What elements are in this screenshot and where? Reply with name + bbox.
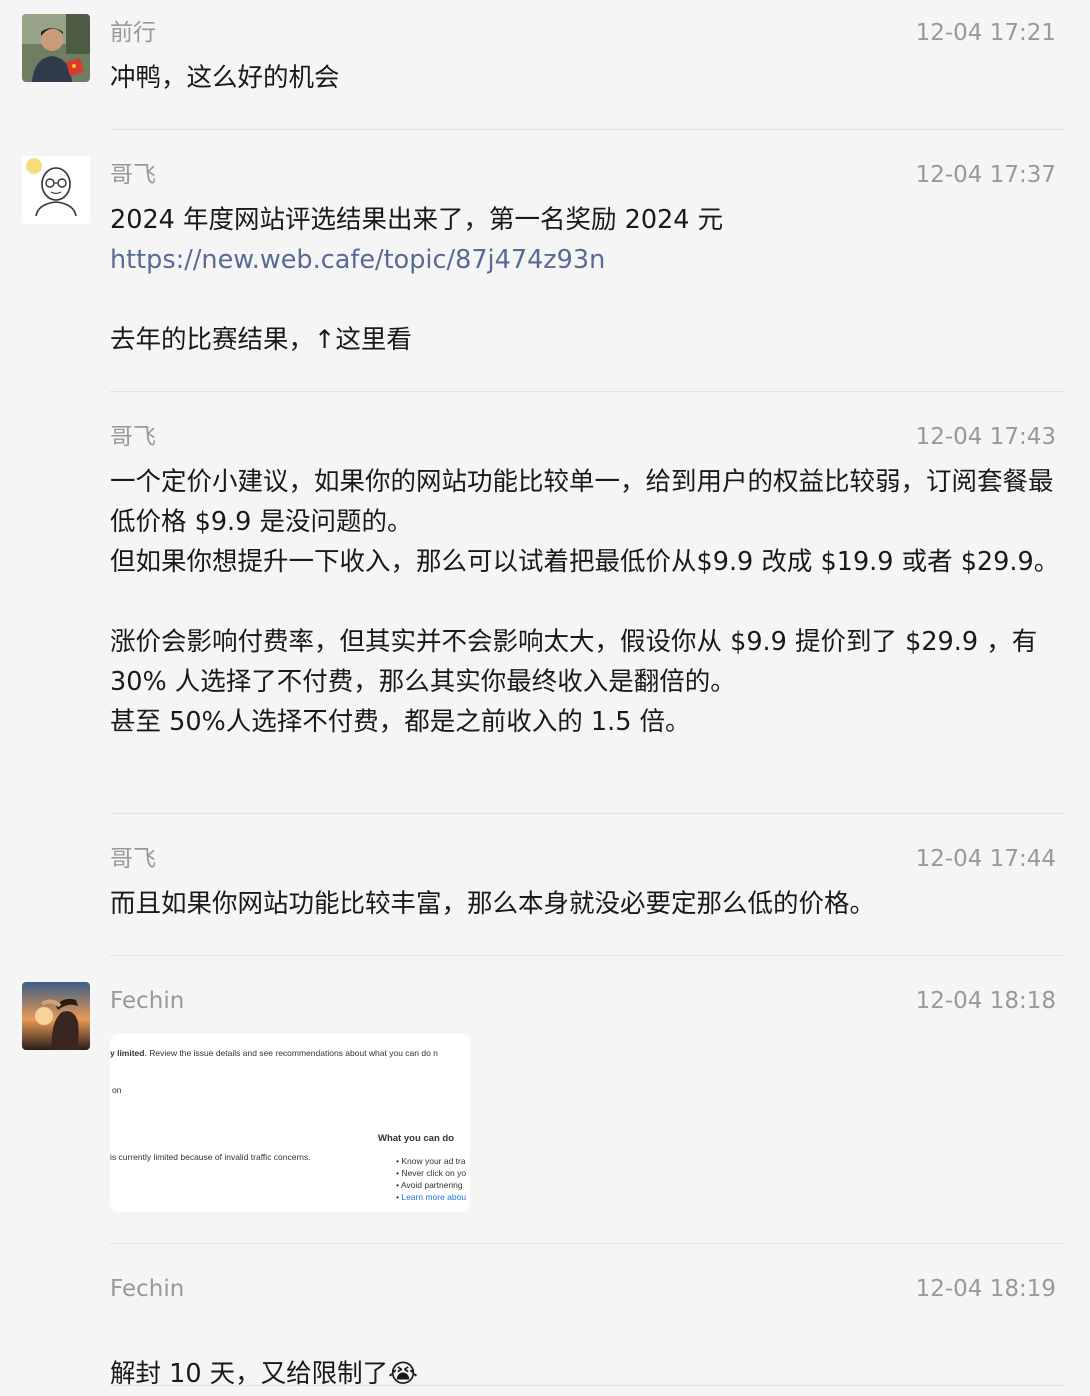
message-time: 12-04 17:44 — [915, 846, 1056, 872]
message-divider — [110, 1385, 1065, 1386]
author-name[interactable]: 哥飞 — [110, 848, 156, 871]
message-time: 12-04 17:21 — [915, 20, 1056, 46]
image-bullet: • Learn more abou — [396, 1192, 467, 1202]
image-bullet: • Know your ad tra — [396, 1156, 466, 1166]
author-name[interactable]: 哥飞 — [110, 164, 156, 187]
message-text: 一个定价小建议，如果你的网站功能比较单一，给到用户的权益比较弱，订阅套餐最低价格… — [110, 467, 1060, 737]
message-text: 而且如果你网站功能比较丰富，那么本身就没必要定那么低的价格。 — [110, 889, 876, 919]
message-time: 12-04 17:37 — [915, 162, 1056, 188]
message-divider — [110, 129, 1065, 130]
author-name[interactable]: 哥飞 — [110, 426, 156, 449]
chat-feed: 前行 12-04 17:21 冲鸭，这么好的机会 哥飞 12-04 17:37 … — [0, 0, 1090, 1396]
message-divider — [110, 391, 1065, 392]
message-text: 冲鸭，这么好的机会 — [110, 63, 340, 93]
message-text: 解封 10 天，又给限制了😭 — [110, 1314, 1065, 1394]
image-heading: What you can do — [378, 1133, 454, 1144]
sunset-photo-avatar-icon[interactable] — [22, 982, 90, 1050]
cartoon-avatar-icon[interactable] — [22, 156, 90, 224]
image-bullet: • Avoid partnering — [396, 1180, 463, 1190]
message-link[interactable]: https://new.web.cafe/topic/87j474z93n — [110, 240, 1065, 280]
user-photo-avatar-icon[interactable] — [22, 14, 90, 82]
image-text-line: is currently limited because of invalid … — [110, 1152, 311, 1162]
message-divider — [110, 813, 1065, 814]
screenshot-image[interactable]: y limited. Review the issue details and … — [110, 1034, 470, 1212]
message-time: 12-04 17:43 — [915, 424, 1056, 450]
author-name[interactable]: Fechin — [110, 990, 184, 1013]
message-divider — [110, 1243, 1065, 1244]
author-name[interactable]: 前行 — [110, 22, 156, 45]
author-name[interactable]: Fechin — [110, 1278, 184, 1301]
message-text: 2024 年度网站评选结果出来了，第一名奖励 2024 元 — [110, 205, 724, 235]
image-text-bold: y limited — [110, 1048, 145, 1058]
message-time: 12-04 18:19 — [915, 1276, 1056, 1302]
image-text-line: y limited. Review the issue details and … — [110, 1048, 438, 1058]
message-divider — [110, 955, 1065, 956]
message-time: 12-04 18:18 — [915, 988, 1056, 1014]
image-text: . Review the issue details and see recom… — [144, 1048, 438, 1058]
image-bullet: • Never click on yo — [396, 1168, 467, 1178]
message-text: 去年的比赛结果，↑这里看 — [110, 325, 412, 355]
image-text-line: on — [112, 1085, 122, 1095]
